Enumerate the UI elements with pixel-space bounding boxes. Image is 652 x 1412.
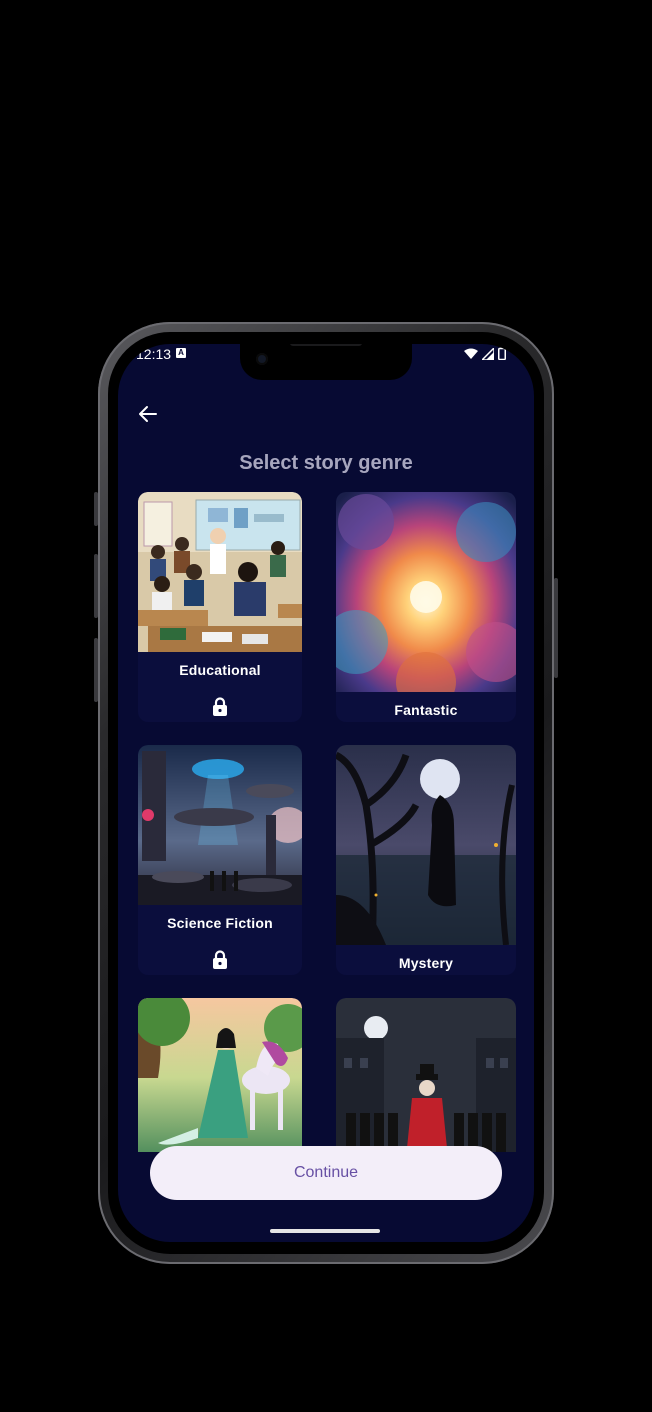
educational-image — [138, 492, 302, 652]
screen: 12:13 A Select story genre Educational F… — [118, 344, 534, 1242]
lock-icon — [213, 697, 227, 716]
arrow-left-icon[interactable] — [136, 402, 160, 426]
genre-card-5[interactable] — [138, 998, 302, 1152]
lock-icon — [213, 950, 227, 969]
volume-down-button — [94, 638, 98, 702]
continue-button[interactable]: Continue — [150, 1146, 502, 1200]
status-icons — [464, 347, 506, 360]
home-indicator[interactable] — [270, 1229, 380, 1233]
genre-card-fantastic[interactable]: Fantastic — [336, 492, 516, 722]
signal-icon — [482, 347, 494, 360]
genre-label: Educational — [179, 662, 261, 678]
genre-card-6[interactable] — [336, 998, 516, 1152]
power-button — [554, 578, 558, 678]
science-fiction-image — [138, 745, 302, 905]
battery-icon — [498, 347, 506, 360]
genre-grid: Educational Fantastic Science Fiction My… — [138, 492, 518, 1152]
genre-label: Mystery — [398, 955, 454, 971]
mute-switch — [94, 492, 98, 526]
notification-badge-icon: A — [176, 348, 186, 358]
genre-5-image — [138, 998, 302, 1152]
mystery-image — [336, 745, 516, 945]
genre-label: Science Fiction — [167, 915, 273, 931]
status-time: 12:13 — [136, 346, 172, 362]
genre-card-mystery[interactable]: Mystery — [336, 745, 516, 975]
genre-card-educational[interactable]: Educational — [138, 492, 302, 722]
page-title: Select story genre — [239, 452, 413, 474]
volume-up-button — [94, 554, 98, 618]
status-bar: 12:13 A — [118, 344, 534, 378]
genre-label: Fantastic — [394, 702, 458, 718]
genre-card-science-fiction[interactable]: Science Fiction — [138, 745, 302, 975]
phone-frame: 12:13 A Select story genre Educational F… — [94, 322, 558, 1264]
fantastic-image — [336, 492, 516, 692]
wifi-icon — [464, 348, 478, 359]
genre-6-image — [336, 998, 516, 1152]
